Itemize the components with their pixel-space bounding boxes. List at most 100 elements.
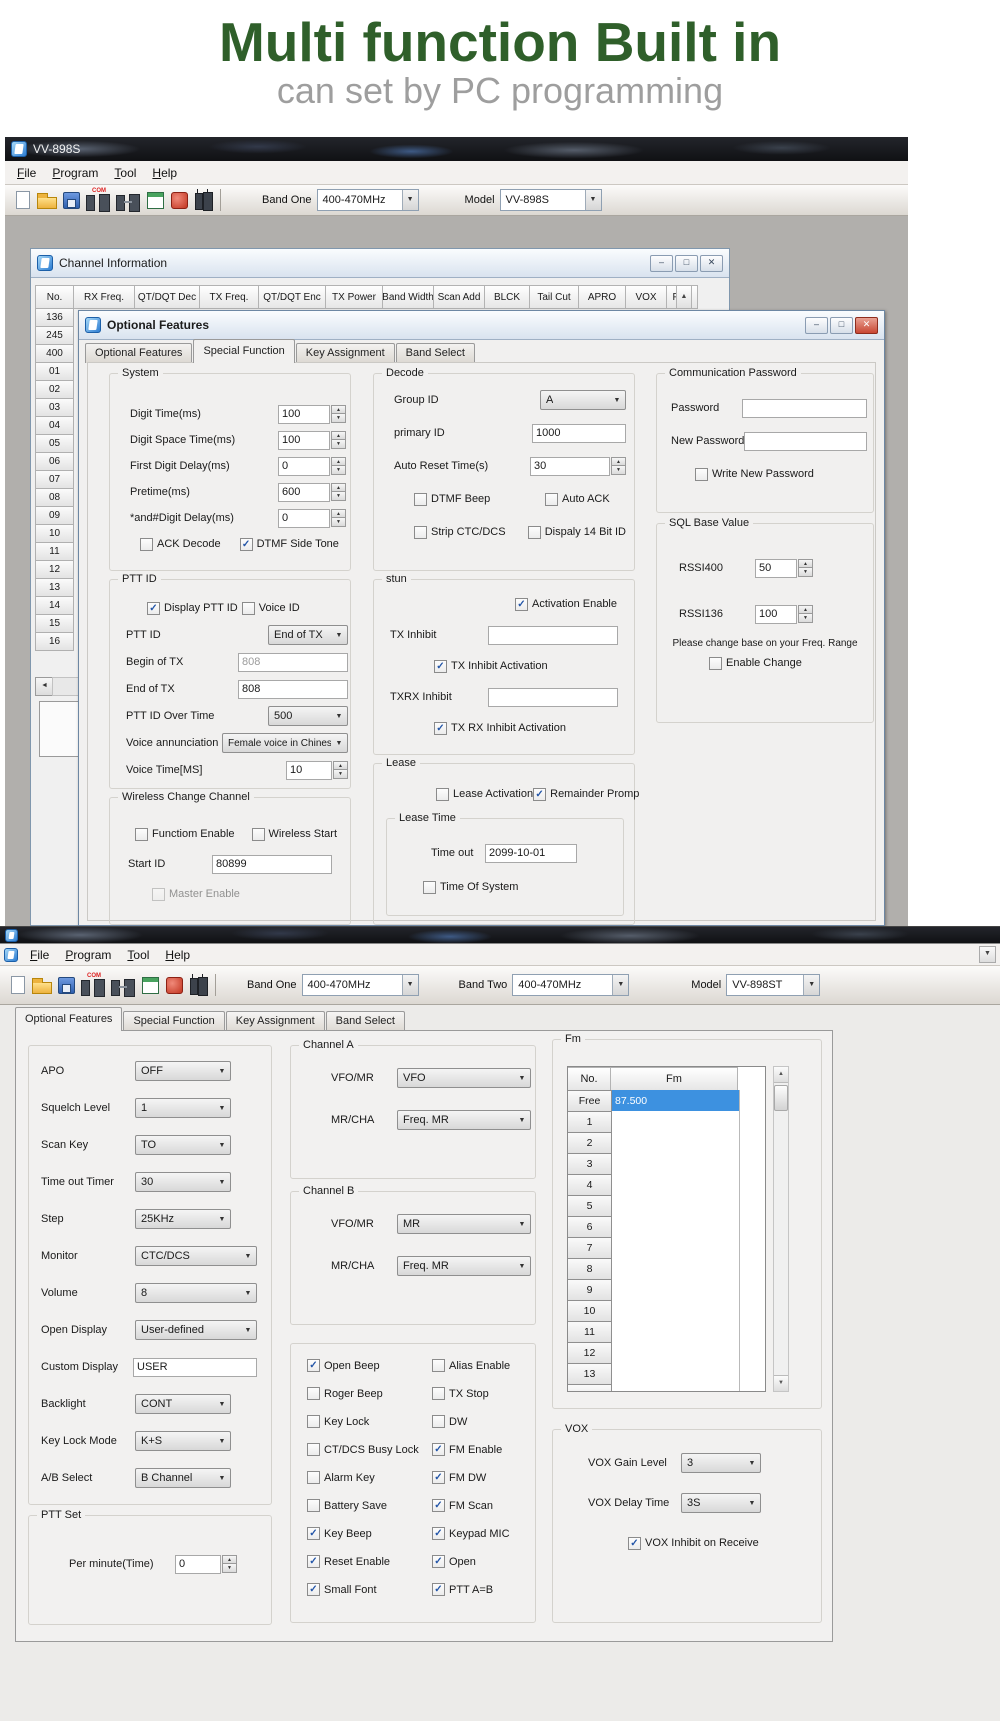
fm-row[interactable]: 2 xyxy=(568,1133,765,1154)
dispaly-14-bit-id-checkbox[interactable]: Dispaly 14 Bit ID xyxy=(528,526,626,539)
alias-enable-checkbox[interactable]: Alias Enable xyxy=(432,1359,510,1372)
open-checkbox[interactable]: ✓Open xyxy=(432,1555,476,1568)
begin-of-tx-input[interactable]: 808 xyxy=(238,653,348,672)
fm-scan-checkbox[interactable]: ✓FM Scan xyxy=(432,1499,493,1512)
close-button[interactable]: ✕ xyxy=(855,317,878,334)
row-number[interactable]: 11 xyxy=(35,542,74,561)
alarm-key-checkbox[interactable]: Alarm Key xyxy=(307,1471,432,1484)
start-id-input[interactable]: 80899 xyxy=(212,855,332,874)
scroll-up-button[interactable]: ▲ xyxy=(676,285,692,309)
backlight-select[interactable]: CONT▼ xyxy=(135,1394,231,1414)
ack-decode-checkbox[interactable]: ACK Decode xyxy=(140,538,221,551)
per-minute-time-input[interactable]: 0 xyxy=(175,1555,221,1574)
battery-save-checkbox[interactable]: Battery Save xyxy=(307,1499,432,1512)
key-lock-checkbox[interactable]: Key Lock xyxy=(307,1415,432,1428)
primary-id-input[interactable]: 1000 xyxy=(532,424,626,443)
column-no[interactable]: No. xyxy=(35,285,74,309)
rssi136-input[interactable]: 100 xyxy=(755,605,797,624)
time-of-system-checkbox[interactable]: Time Of System xyxy=(423,881,540,894)
column-tx-freq[interactable]: TX Freq. xyxy=(199,285,259,309)
menu-program[interactable]: Program xyxy=(44,164,106,182)
spin-down-button[interactable]: ▼ xyxy=(331,517,346,527)
key-beep-checkbox[interactable]: ✓Key Beep xyxy=(307,1527,432,1540)
squelch-level-select[interactable]: 1▼ xyxy=(135,1098,231,1118)
model-select[interactable]: VV-898ST ▼ xyxy=(726,974,820,996)
vfo-mr-select[interactable]: VFO▼ xyxy=(397,1068,531,1088)
scroll-down-button[interactable]: ▼ xyxy=(774,1375,788,1391)
custom-display-input[interactable]: USER xyxy=(133,1358,257,1377)
key-lock-mode-select[interactable]: K+S▼ xyxy=(135,1431,231,1451)
menu-tool[interactable]: Tool xyxy=(106,164,144,182)
fm-row[interactable]: 10 xyxy=(568,1301,765,1322)
tab-optional-features[interactable]: Optional Features xyxy=(85,343,192,363)
scroll-down-button[interactable]: ▼ xyxy=(979,946,996,963)
fm-row[interactable]: 1 xyxy=(568,1112,765,1133)
fm-row[interactable]: 4 xyxy=(568,1175,765,1196)
lease-activation-checkbox[interactable]: Lease Activation xyxy=(436,788,533,801)
fm-enable-checkbox[interactable]: ✓FM Enable xyxy=(432,1443,502,1456)
close-button[interactable]: ✕ xyxy=(700,255,723,272)
fm-row[interactable]: 14 xyxy=(568,1385,765,1392)
txrx-inhibit-input[interactable] xyxy=(488,688,618,707)
spin-down-button[interactable]: ▼ xyxy=(222,1563,237,1573)
time-out-input[interactable]: 2099-10-01 xyxy=(485,844,577,863)
write-new-password-checkbox[interactable]: Write New Password xyxy=(695,468,814,481)
password-input[interactable] xyxy=(742,399,867,418)
band-two-select[interactable]: 400-470MHz ▼ xyxy=(512,974,629,996)
end-of-tx-input[interactable]: 808 xyxy=(238,680,348,699)
tab-special-function[interactable]: Special Function xyxy=(193,339,294,363)
row-number[interactable]: 02 xyxy=(35,380,74,399)
open-file-icon[interactable] xyxy=(35,188,59,212)
mr-cha-select[interactable]: Freq. MR▼ xyxy=(397,1256,531,1276)
channel-data-icon[interactable] xyxy=(138,973,162,997)
auto-reset-time-s-input[interactable]: 30 xyxy=(530,457,610,476)
fm-row[interactable]: 9 xyxy=(568,1280,765,1301)
new-file-icon[interactable] xyxy=(6,973,30,997)
small-font-checkbox[interactable]: ✓Small Font xyxy=(307,1583,432,1596)
voice-annunciation-select[interactable]: Female voice in Chinese▼ xyxy=(222,733,348,753)
pretime-ms-input[interactable]: 600 xyxy=(278,483,330,502)
volume-select[interactable]: 8▼ xyxy=(135,1283,257,1303)
row-number[interactable]: 06 xyxy=(35,452,74,471)
fm-row[interactable]: 6 xyxy=(568,1217,765,1238)
spin-down-button[interactable]: ▼ xyxy=(331,465,346,475)
menu-file[interactable]: File xyxy=(22,946,57,964)
fm-row[interactable]: Free87.500 xyxy=(568,1091,765,1112)
band-one-select[interactable]: 400-470MHz ▼ xyxy=(317,189,419,211)
dw-checkbox[interactable]: DW xyxy=(432,1415,467,1428)
channel-data-icon[interactable] xyxy=(143,188,167,212)
functiom-enable-checkbox[interactable]: Functiom Enable xyxy=(135,828,235,841)
row-number[interactable]: 03 xyxy=(35,398,74,417)
digit-space-time-ms-input[interactable]: 100 xyxy=(278,431,330,450)
column-tail-cut[interactable]: Tail Cut xyxy=(529,285,579,309)
activation-enable-checkbox[interactable]: ✓Activation Enable xyxy=(515,598,617,611)
dtmf-beep-checkbox[interactable]: DTMF Beep xyxy=(414,493,545,506)
maximize-button[interactable]: □ xyxy=(830,317,853,334)
maximize-button[interactable]: □ xyxy=(675,255,698,272)
tx-inhibit-activation-checkbox[interactable]: ✓TX Inhibit Activation xyxy=(434,660,548,673)
mr-cha-select[interactable]: Freq. MR▼ xyxy=(397,1110,531,1130)
tab-special-function[interactable]: Special Function xyxy=(123,1011,224,1031)
voice-id-checkbox[interactable]: Voice ID xyxy=(242,602,300,615)
enable-change-checkbox[interactable]: Enable Change xyxy=(709,657,802,670)
a-b-select-select[interactable]: B Channel▼ xyxy=(135,1468,231,1488)
menu-tool[interactable]: Tool xyxy=(119,946,157,964)
menu-program[interactable]: Program xyxy=(57,946,119,964)
row-number[interactable]: 16 xyxy=(35,632,74,651)
ptt-id-over-time-select[interactable]: 500▼ xyxy=(268,706,348,726)
stop-comm-icon[interactable] xyxy=(162,973,186,997)
monitor-select[interactable]: CTC/DCS▼ xyxy=(135,1246,257,1266)
save-icon[interactable] xyxy=(59,188,83,212)
row-number[interactable]: 10 xyxy=(35,524,74,543)
column-vox[interactable]: VOX xyxy=(625,285,667,309)
vox-inhibit-on-receive-checkbox[interactable]: ✓VOX Inhibit on Receive xyxy=(628,1537,759,1550)
first-digit-delay-ms-input[interactable]: 0 xyxy=(278,457,330,476)
column-blck[interactable]: BLCK xyxy=(484,285,530,309)
row-number[interactable]: 245 xyxy=(35,326,74,345)
spin-down-button[interactable]: ▼ xyxy=(611,465,626,475)
row-number[interactable]: 136 xyxy=(35,308,74,327)
spin-down-button[interactable]: ▼ xyxy=(331,413,346,423)
model-select[interactable]: VV-898S ▼ xyxy=(500,189,602,211)
fm-row[interactable]: 8 xyxy=(568,1259,765,1280)
display-ptt-id-checkbox[interactable]: ✓Display PTT ID xyxy=(147,602,238,615)
